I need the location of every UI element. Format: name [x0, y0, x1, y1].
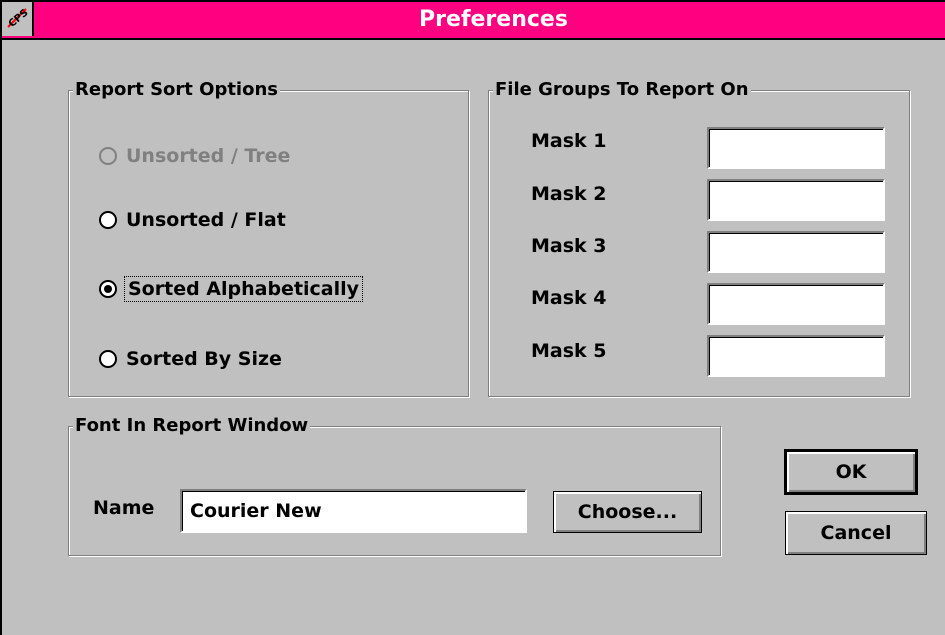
radio-label: Sorted By Size	[126, 348, 282, 370]
radio-selected-dot	[104, 285, 112, 293]
radio-button-circle	[99, 147, 117, 165]
window-title: Preferences	[419, 7, 568, 32]
system-menu-button[interactable]: CPS	[2, 2, 34, 36]
title-bar[interactable]: CPS Preferences	[2, 2, 945, 40]
mask-2-label: Mask 2	[531, 183, 607, 205]
mask-3-label: Mask 3	[531, 235, 607, 257]
mask-2-input[interactable]	[707, 179, 885, 221]
cps-app-icon: CPS	[4, 5, 30, 31]
mask-4-input[interactable]	[707, 283, 885, 325]
radio-unsorted-flat[interactable]: Unsorted / Flat	[99, 206, 286, 234]
radio-sorted-by-size[interactable]: Sorted By Size	[99, 345, 282, 373]
cancel-button[interactable]: Cancel	[785, 511, 927, 555]
mask-1-label: Mask 1	[531, 130, 607, 152]
font-name-value: Courier New	[190, 500, 322, 522]
preferences-dialog: CPS Preferences Report Sort Options Unso…	[0, 0, 945, 635]
radio-unsorted-tree[interactable]: Unsorted / Tree	[99, 142, 290, 170]
mask-1-input[interactable]	[707, 127, 885, 169]
mask-4-label: Mask 4	[531, 287, 607, 309]
radio-label: Unsorted / Flat	[126, 209, 286, 231]
mask-3-input[interactable]	[707, 231, 885, 273]
radio-sorted-alphabetically[interactable]: Sorted Alphabetically	[99, 275, 364, 303]
font-name-label: Name	[93, 497, 155, 519]
font-group-title: Font In Report Window	[73, 414, 311, 438]
mask-5-label: Mask 5	[531, 340, 607, 362]
mask-5-input[interactable]	[707, 335, 885, 377]
ok-button[interactable]: OK	[784, 449, 918, 495]
radio-button-circle	[99, 211, 117, 229]
radio-label: Sorted Alphabetically	[123, 276, 364, 302]
radio-label: Unsorted / Tree	[126, 145, 291, 167]
choose-font-button[interactable]: Choose...	[553, 491, 702, 533]
font-name-input[interactable]: Courier New	[180, 489, 527, 533]
radio-button-circle	[99, 280, 117, 298]
file-groups-title: File Groups To Report On	[493, 78, 751, 102]
report-sort-options-title: Report Sort Options	[73, 78, 281, 102]
radio-button-circle	[99, 350, 117, 368]
